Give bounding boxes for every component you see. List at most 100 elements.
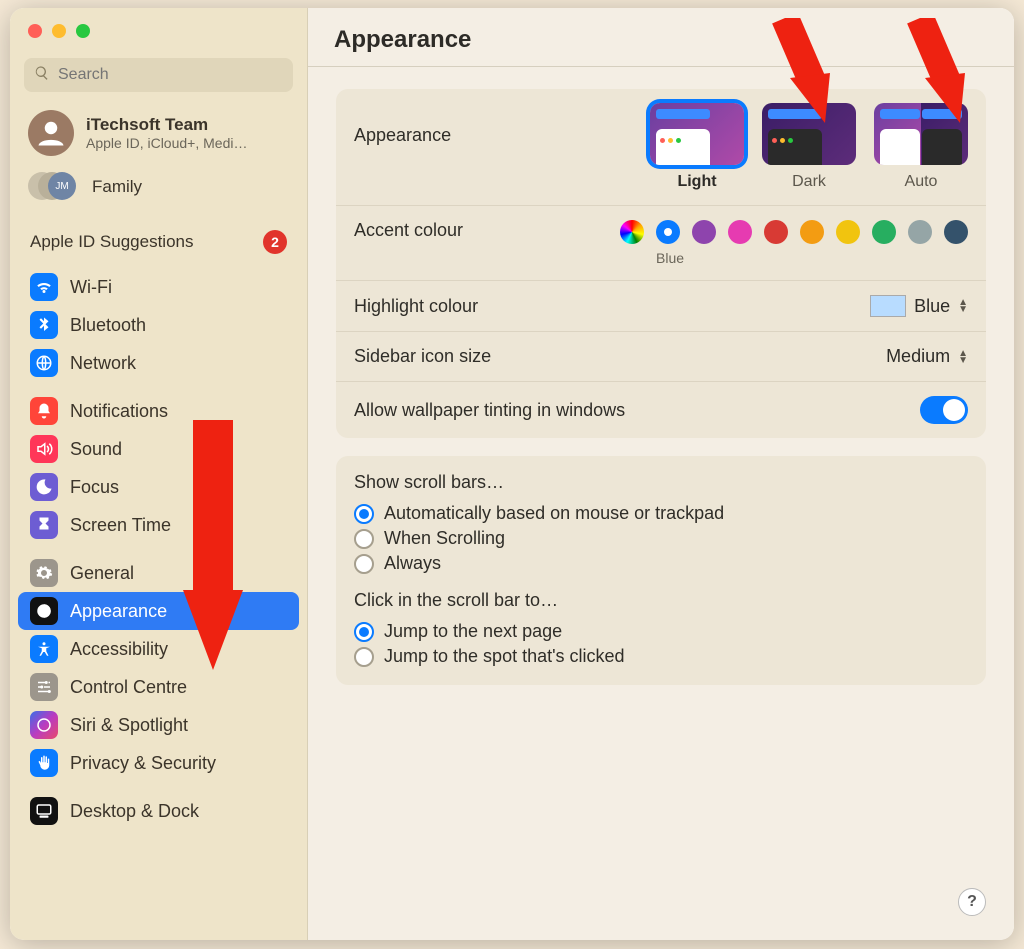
highlight-select[interactable]: Blue ▲▼ — [870, 295, 968, 317]
sidebar-item-label: Accessibility — [70, 639, 168, 660]
sidebar-item-label: Notifications — [70, 401, 168, 422]
sidebar-item-label: Network — [70, 353, 136, 374]
radio-icon — [354, 647, 374, 667]
minimize-icon[interactable] — [52, 24, 66, 38]
sidebar-item-bluetooth[interactable]: Bluetooth — [18, 306, 299, 344]
radio-icon — [354, 554, 374, 574]
option-label: Auto — [905, 173, 938, 191]
fullscreen-icon[interactable] — [76, 24, 90, 38]
wallpaper-tint-row: Allow wallpaper tinting in windows — [336, 382, 986, 438]
sidebar-item-general[interactable]: General — [18, 554, 299, 592]
select-value: Medium — [886, 346, 950, 367]
updown-icon: ▲▼ — [958, 350, 968, 364]
sidebar-item-accessibility[interactable]: Accessibility — [18, 630, 299, 668]
family-faces-icon: JM — [28, 172, 80, 202]
accent-red[interactable] — [764, 220, 788, 244]
auto-thumb — [874, 103, 968, 165]
suggestions-badge: 2 — [263, 230, 287, 254]
settings-window: iTechsoft Team Apple ID, iCloud+, Medi… … — [10, 8, 1014, 940]
appearance-option-dark[interactable]: Dark — [762, 103, 856, 191]
click-option-spot[interactable]: Jump to the spot that's clicked — [354, 644, 968, 669]
account-subtitle: Apple ID, iCloud+, Medi… — [86, 135, 247, 151]
accent-purple[interactable] — [692, 220, 716, 244]
sidebar: iTechsoft Team Apple ID, iCloud+, Medi… … — [10, 8, 308, 940]
accessibility-icon — [30, 635, 58, 663]
network-icon — [30, 349, 58, 377]
sidebar-item-desktop[interactable]: Desktop & Dock — [18, 792, 299, 830]
row-label: Allow wallpaper tinting in windows — [354, 400, 625, 421]
accent-pink[interactable] — [728, 220, 752, 244]
radio-icon — [354, 504, 374, 524]
option-label: Light — [677, 173, 716, 191]
wifi-icon — [30, 273, 58, 301]
accent-grey[interactable] — [908, 220, 932, 244]
light-thumb — [650, 103, 744, 165]
click-title: Click in the scroll bar to… — [354, 590, 968, 611]
sidebar-item-label: Control Centre — [70, 677, 187, 698]
family-row[interactable]: JM Family — [10, 166, 307, 212]
tint-toggle[interactable] — [920, 396, 968, 424]
page-title: Appearance — [334, 26, 988, 54]
accent-selected-label: Blue — [656, 250, 968, 266]
search-input[interactable] — [58, 66, 283, 84]
radio-label: Jump to the next page — [384, 621, 562, 642]
sidebar-item-control-centre[interactable]: Control Centre — [18, 668, 299, 706]
bell-icon — [30, 397, 58, 425]
sidebar-item-network[interactable]: Network — [18, 344, 299, 382]
accent-swatches: Blue — [620, 220, 968, 266]
account-row[interactable]: iTechsoft Team Apple ID, iCloud+, Medi… — [10, 100, 307, 166]
highlight-colour-row: Highlight colour Blue ▲▼ — [336, 281, 986, 332]
sidebar-item-notifications[interactable]: Notifications — [18, 392, 299, 430]
help-button[interactable]: ? — [958, 888, 986, 916]
appearance-option-auto[interactable]: Auto — [874, 103, 968, 191]
bluetooth-icon — [30, 311, 58, 339]
sidebar-item-wifi[interactable]: Wi-Fi — [18, 268, 299, 306]
option-label: Dark — [792, 173, 826, 191]
appearance-options: Light Dark — [650, 103, 968, 191]
sidebar-item-privacy[interactable]: Privacy & Security — [18, 744, 299, 782]
click-option-next-page[interactable]: Jump to the next page — [354, 619, 968, 644]
close-icon[interactable] — [28, 24, 42, 38]
row-label: Highlight colour — [354, 296, 478, 317]
radio-icon — [354, 529, 374, 549]
account-name: iTechsoft Team — [86, 115, 247, 135]
sidebar-item-screentime[interactable]: Screen Time — [18, 506, 299, 544]
appearance-option-light[interactable]: Light — [650, 103, 744, 191]
updown-icon: ▲▼ — [958, 299, 968, 313]
dark-thumb — [762, 103, 856, 165]
scroll-option-always[interactable]: Always — [354, 551, 968, 576]
sidebar-icon-size-row: Sidebar icon size Medium ▲▼ — [336, 332, 986, 382]
sidebar-size-select[interactable]: Medium ▲▼ — [886, 346, 968, 367]
sidebar-item-siri[interactable]: Siri & Spotlight — [18, 706, 299, 744]
gear-icon — [30, 559, 58, 587]
apple-id-suggestions-row[interactable]: Apple ID Suggestions 2 — [10, 212, 307, 264]
hourglass-icon — [30, 511, 58, 539]
scroll-option-auto[interactable]: Automatically based on mouse or trackpad — [354, 501, 968, 526]
row-label: Sidebar icon size — [354, 346, 491, 367]
accent-graphite[interactable] — [944, 220, 968, 244]
speaker-icon — [30, 435, 58, 463]
colour-chip-icon — [870, 295, 906, 317]
appearance-icon — [30, 597, 58, 625]
accent-yellow[interactable] — [836, 220, 860, 244]
sidebar-item-label: Privacy & Security — [70, 753, 216, 774]
scroll-title: Show scroll bars… — [354, 472, 968, 493]
accent-multicolour[interactable] — [620, 220, 644, 244]
accent-orange[interactable] — [800, 220, 824, 244]
siri-icon — [30, 711, 58, 739]
radio-icon — [354, 622, 374, 642]
search-field[interactable] — [24, 58, 293, 92]
sidebar-item-appearance[interactable]: Appearance — [18, 592, 299, 630]
sidebar-item-sound[interactable]: Sound — [18, 430, 299, 468]
sidebar-item-label: Focus — [70, 477, 119, 498]
sidebar-item-label: General — [70, 563, 134, 584]
accent-colour-row: Accent colour — [336, 206, 986, 281]
row-label: Accent colour — [354, 220, 463, 241]
row-label: Appearance — [354, 103, 451, 146]
scroll-option-when[interactable]: When Scrolling — [354, 526, 968, 551]
avatar — [28, 110, 74, 156]
sidebar-item-focus[interactable]: Focus — [18, 468, 299, 506]
accent-green[interactable] — [872, 220, 896, 244]
page-header: Appearance — [308, 8, 1014, 66]
accent-blue[interactable] — [656, 220, 680, 244]
